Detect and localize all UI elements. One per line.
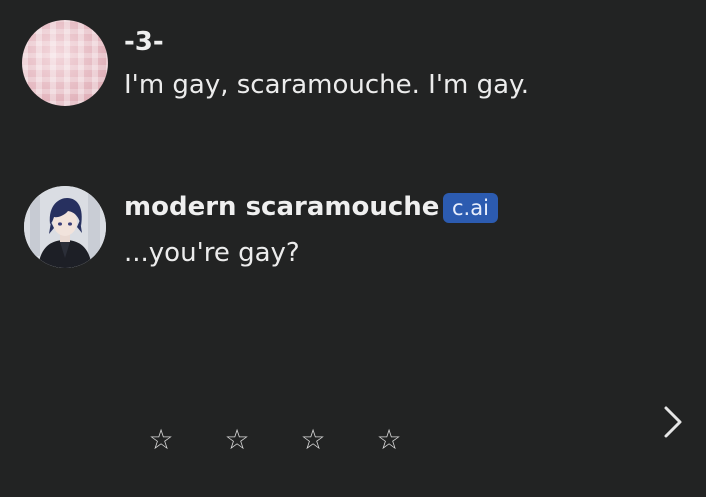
character-portrait-icon [24,186,106,268]
ai-badge: c.ai [443,193,498,223]
next-response-button[interactable] [652,400,692,444]
user-name: -3- [124,27,164,57]
character-name: modern scaramouche [124,192,440,222]
chat-screen: -3- I'm gay, scaramouche. I'm gay. moder… [0,0,706,497]
rating-star-2[interactable]: ☆ [222,425,252,455]
user-avatar[interactable] [22,20,108,106]
user-message-text: I'm gay, scaramouche. I'm gay. [124,70,529,100]
chevron-right-icon [664,406,682,438]
rating-star-1[interactable]: ☆ [146,425,176,455]
character-avatar[interactable] [24,186,106,268]
rating-star-4[interactable]: ☆ [374,425,404,455]
rating-star-3[interactable]: ☆ [298,425,328,455]
character-message-text: ...you're gay? [124,238,300,268]
